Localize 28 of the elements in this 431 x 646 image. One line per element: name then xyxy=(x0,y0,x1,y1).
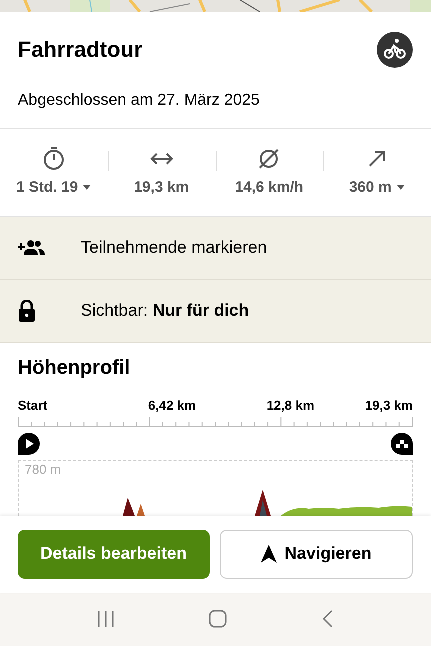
stat-value: 19,3 km xyxy=(134,178,190,196)
diagonal-arrow-icon xyxy=(368,150,386,168)
average-icon xyxy=(258,148,280,170)
home-icon[interactable] xyxy=(209,610,228,628)
horizontal-arrows-icon xyxy=(150,152,174,166)
elevation-label: 780 m xyxy=(25,462,62,478)
tag-participants-item[interactable]: Teilnehmende markieren xyxy=(81,238,268,258)
stat-value: 14,6 km/h xyxy=(235,178,304,196)
stat-value[interactable]: 1 Std. 19 xyxy=(16,178,78,196)
axis-label: 19,3 km xyxy=(365,398,413,414)
back-icon[interactable] xyxy=(322,610,334,628)
padlock-icon xyxy=(18,300,36,322)
axis-label: 12,8 km xyxy=(266,398,315,414)
activity-title: Fahrradtour xyxy=(18,36,143,63)
add-people-icon xyxy=(18,240,45,256)
axis-label: Start xyxy=(18,398,48,414)
caret-icon[interactable] xyxy=(83,184,92,190)
caret-icon[interactable] xyxy=(396,184,405,190)
stopwatch-icon xyxy=(42,146,65,171)
navigate-button[interactable]: Navigieren xyxy=(220,530,413,579)
axis-label: 6,42 km xyxy=(148,398,196,414)
stat-value[interactable]: 360 m xyxy=(349,178,392,196)
edit-details-button[interactable]: Details bearbeiten xyxy=(18,530,210,579)
navigation-arrow-icon xyxy=(260,545,277,564)
section-title: Höhenprofil xyxy=(18,357,132,380)
completion-date: Abgeschlossen am 27. März 2025 xyxy=(18,92,261,110)
visibility-setting[interactable]: Sichtbar: Nur für dich xyxy=(81,301,250,322)
recent-apps-icon[interactable] xyxy=(97,611,116,628)
